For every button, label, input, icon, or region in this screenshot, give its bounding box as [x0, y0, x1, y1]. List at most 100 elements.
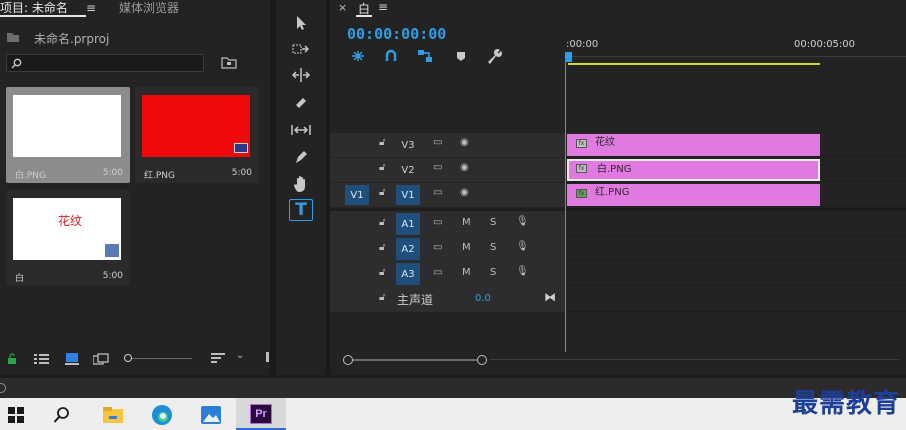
work-area-bar[interactable]: [568, 63, 820, 65]
lock-icon[interactable]: 🔓︎: [379, 187, 385, 198]
lock-icon[interactable]: 🔓︎: [379, 162, 385, 173]
timeline-scrollbar[interactable]: [330, 355, 906, 365]
icon-view-icon[interactable]: [65, 352, 79, 365]
wrench-icon[interactable]: [486, 48, 502, 64]
tab-media-browser[interactable]: 媒体浏览器: [119, 0, 179, 18]
clip-label: 花纹: [595, 137, 615, 148]
track-name[interactable]: V3: [396, 135, 420, 155]
snap-icon[interactable]: [384, 49, 398, 63]
time-ruler[interactable]: :00:00 00:00:05:00: [566, 32, 906, 66]
panel-divider[interactable]: [326, 0, 330, 375]
freeform-view-icon[interactable]: [93, 353, 111, 365]
ripple-edit-tool-icon[interactable]: [289, 64, 313, 86]
ruler-label: :00:00: [566, 39, 599, 50]
close-icon[interactable]: ×: [338, 1, 347, 14]
taskbar-active-app[interactable]: Pr: [236, 398, 286, 430]
scroll-handle-right[interactable]: [477, 355, 487, 365]
slip-tool-icon[interactable]: [289, 119, 313, 141]
sync-lock-icon[interactable]: ▭: [433, 162, 442, 173]
master-volume-value[interactable]: 0.0: [475, 293, 491, 304]
sync-lock-icon[interactable]: ▭: [433, 137, 442, 148]
lock-icon[interactable]: 🔓︎: [379, 292, 385, 303]
clip-v3[interactable]: fx 花纹: [567, 134, 820, 156]
eye-icon[interactable]: ◉: [460, 162, 469, 173]
selection-tool-icon[interactable]: [289, 12, 313, 34]
track-name[interactable]: A1: [396, 213, 420, 235]
track-name[interactable]: V2: [396, 160, 420, 180]
list-view-icon[interactable]: [34, 353, 50, 365]
tools-panel: T: [276, 0, 326, 375]
windows-start-icon[interactable]: [0, 402, 32, 428]
source-patch-v1[interactable]: V1: [345, 185, 369, 205]
solo-button[interactable]: S: [490, 267, 496, 278]
panel-divider[interactable]: [270, 0, 276, 375]
new-bin-icon[interactable]: [221, 56, 237, 69]
track-name[interactable]: A2: [396, 238, 420, 260]
track-select-tool-icon[interactable]: [289, 38, 313, 60]
solo-button[interactable]: S: [490, 217, 496, 228]
zoom-slider-track[interactable]: [132, 358, 192, 359]
project-item[interactable]: 红.PNG 5:00: [135, 87, 259, 183]
lock-icon[interactable]: 🔓︎: [379, 267, 385, 278]
panel-menu-icon[interactable]: ≡: [86, 0, 96, 18]
track-lane-a3[interactable]: [566, 261, 906, 286]
item-duration: 5:00: [231, 168, 252, 178]
solo-button[interactable]: S: [490, 242, 496, 253]
project-item[interactable]: 白.PNG 5:00: [6, 87, 130, 183]
lock-icon[interactable]: 🔓︎: [379, 242, 385, 253]
item-label: 红.PNG: [144, 171, 175, 181]
track-lane-a2[interactable]: [566, 236, 906, 261]
file-explorer-icon[interactable]: [97, 402, 129, 428]
edge-browser-icon[interactable]: [146, 402, 178, 428]
scroll-handle-left[interactable]: [343, 355, 353, 365]
linked-selection-icon[interactable]: [417, 49, 433, 63]
search-input[interactable]: [6, 54, 204, 72]
clip-v2-selected[interactable]: fx 白.PNG: [567, 159, 820, 181]
sync-lock-icon[interactable]: ▭: [433, 242, 442, 253]
clip-label: 红.PNG: [595, 187, 630, 198]
lock-icon[interactable]: 🔓︎: [379, 217, 385, 228]
scroll-thumb[interactable]: [353, 359, 477, 361]
chevron-down-icon[interactable]: ⌄: [236, 350, 244, 361]
track-lane-a1[interactable]: [566, 211, 906, 236]
sort-icon[interactable]: [211, 353, 225, 364]
pen-tool-icon[interactable]: [289, 146, 313, 168]
mute-button[interactable]: M: [462, 267, 471, 278]
mute-button[interactable]: M: [462, 217, 471, 228]
microphone-icon[interactable]: 🎙︎: [516, 216, 529, 227]
mute-button[interactable]: M: [462, 242, 471, 253]
playhead-line: [565, 52, 566, 352]
status-indicator-icon[interactable]: [0, 383, 6, 393]
playhead-timecode[interactable]: 00:00:00:00: [347, 25, 446, 43]
lock-icon[interactable]: 🔓︎: [379, 137, 385, 148]
nest-icon[interactable]: [350, 50, 366, 63]
scroll-track[interactable]: [490, 359, 900, 360]
razor-tool-icon[interactable]: [289, 92, 313, 114]
playhead-handle[interactable]: [566, 52, 572, 62]
track-lane-master[interactable]: [566, 286, 906, 312]
track-name[interactable]: V1: [396, 185, 420, 205]
photos-app-icon[interactable]: [195, 402, 227, 428]
sync-lock-icon[interactable]: ▭: [433, 267, 442, 278]
track-name[interactable]: A3: [396, 263, 420, 285]
search-icon[interactable]: [46, 402, 78, 428]
active-tab-indicator: [0, 15, 86, 17]
go-to-end-icon[interactable]: ⧓: [544, 290, 556, 304]
sync-lock-icon[interactable]: ▭: [433, 187, 442, 198]
microphone-icon[interactable]: 🎙︎: [516, 266, 529, 277]
project-item[interactable]: 花纹 白 5:00: [6, 190, 130, 286]
hand-tool-icon[interactable]: [289, 173, 313, 195]
lock-icon[interactable]: [7, 353, 17, 364]
clip-v1[interactable]: fx 红.PNG: [567, 184, 820, 206]
eye-icon[interactable]: ◉: [460, 137, 469, 148]
microphone-icon[interactable]: 🎙︎: [516, 241, 529, 252]
search-icon: [11, 58, 22, 69]
sync-lock-icon[interactable]: ▭: [433, 217, 442, 228]
eye-icon[interactable]: ◉: [460, 187, 469, 198]
type-tool-icon[interactable]: T: [289, 199, 313, 221]
ruler-baseline: [566, 56, 906, 57]
panel-menu-icon[interactable]: ≡: [378, 0, 388, 14]
zoom-slider-handle[interactable]: [124, 354, 132, 362]
panel-overflow-icon[interactable]: [266, 352, 269, 362]
add-marker-icon[interactable]: [456, 51, 466, 62]
